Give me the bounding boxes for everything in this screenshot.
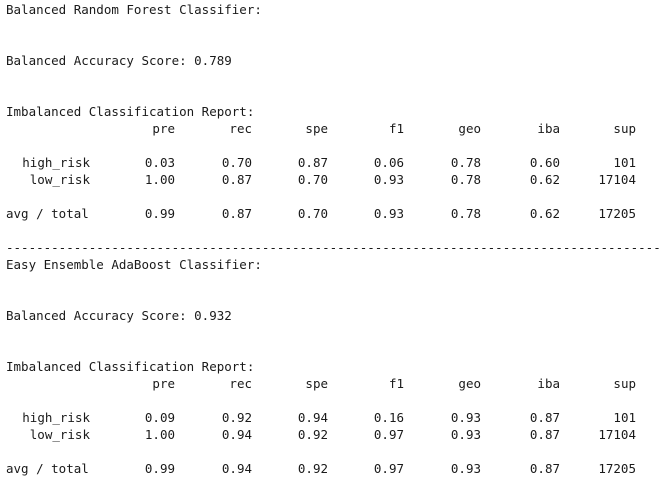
total-cell: 0.87 <box>529 461 560 476</box>
column-header: sup <box>613 376 636 391</box>
column-header: spe <box>305 376 328 391</box>
table-cell: 0.92 <box>221 410 252 425</box>
column-header: f1 <box>388 376 404 391</box>
table-cell: 0.06 <box>373 155 404 170</box>
column-header: pre <box>152 376 175 391</box>
table-cell: 0.87 <box>221 172 252 187</box>
table-cell: 0.78 <box>450 155 481 170</box>
row-label: high_risk <box>22 155 90 170</box>
table-cell: 0.92 <box>297 427 328 442</box>
column-header: rec <box>229 376 252 391</box>
table-cell: 0.60 <box>529 155 560 170</box>
row-label: low_risk <box>29 427 90 442</box>
table-cell: 0.70 <box>297 172 328 187</box>
total-cell: 0.70 <box>297 206 328 221</box>
column-header: geo <box>458 121 481 136</box>
table-cell: 1.00 <box>144 172 175 187</box>
classifier-title: Easy Ensemble AdaBoost Classifier: <box>6 257 262 272</box>
classifier-title: Balanced Random Forest Classifier: <box>6 2 262 17</box>
total-cell: 0.87 <box>221 206 252 221</box>
table-cell: 0.87 <box>529 427 560 442</box>
table-cell: 0.62 <box>529 172 560 187</box>
total-cell: 17205 <box>598 206 636 221</box>
table-cell: 0.93 <box>373 172 404 187</box>
table-cell: 0.87 <box>529 410 560 425</box>
table-cell: 0.97 <box>373 427 404 442</box>
total-cell: 17205 <box>598 461 636 476</box>
total-cell: 0.93 <box>373 206 404 221</box>
table-cell: 0.94 <box>221 427 252 442</box>
row-label: high_risk <box>22 410 90 425</box>
total-cell: 0.92 <box>297 461 328 476</box>
table-cell: 0.93 <box>450 427 481 442</box>
total-cell: 0.94 <box>221 461 252 476</box>
column-header: iba <box>537 121 560 136</box>
column-header: pre <box>152 121 175 136</box>
row-label: low_risk <box>29 172 90 187</box>
balanced-accuracy-score: Balanced Accuracy Score: 0.789 <box>6 53 232 68</box>
divider-line: ----------------------------------------… <box>6 240 659 255</box>
report-title: Imbalanced Classification Report: <box>6 104 255 119</box>
table-cell: 0.70 <box>221 155 252 170</box>
total-cell: 0.97 <box>373 461 404 476</box>
total-row-label: avg / total <box>6 461 89 476</box>
table-cell: 101 <box>613 410 636 425</box>
table-cell: 0.03 <box>144 155 175 170</box>
column-header: geo <box>458 376 481 391</box>
table-cell: 0.87 <box>297 155 328 170</box>
table-cell: 1.00 <box>144 427 175 442</box>
table-cell: 101 <box>613 155 636 170</box>
table-cell: 0.78 <box>450 172 481 187</box>
report-title: Imbalanced Classification Report: <box>6 359 255 374</box>
total-cell: 0.99 <box>144 461 175 476</box>
total-row-label: avg / total <box>6 206 89 221</box>
total-cell: 0.99 <box>144 206 175 221</box>
total-cell: 0.62 <box>529 206 560 221</box>
column-header: iba <box>537 376 560 391</box>
table-cell: 17104 <box>598 172 636 187</box>
column-header: rec <box>229 121 252 136</box>
column-header: spe <box>305 121 328 136</box>
total-cell: 0.93 <box>450 461 481 476</box>
total-cell: 0.78 <box>450 206 481 221</box>
table-cell: 0.09 <box>144 410 175 425</box>
balanced-accuracy-score: Balanced Accuracy Score: 0.932 <box>6 308 232 323</box>
table-cell: 0.94 <box>297 410 328 425</box>
column-header: sup <box>613 121 636 136</box>
table-cell: 0.93 <box>450 410 481 425</box>
table-cell: 17104 <box>598 427 636 442</box>
table-cell: 0.16 <box>373 410 404 425</box>
column-header: f1 <box>388 121 404 136</box>
